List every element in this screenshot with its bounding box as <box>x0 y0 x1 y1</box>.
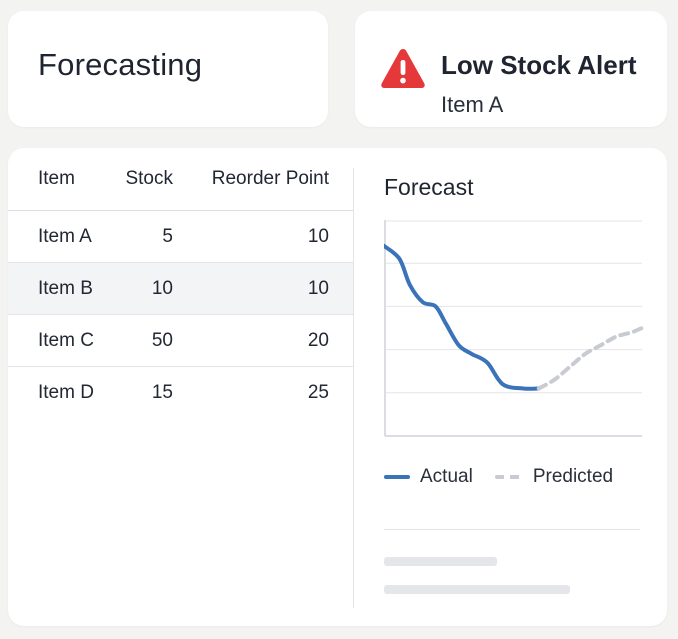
placeholder-line <box>384 557 497 566</box>
legend-entry-predicted[interactable]: Predicted <box>494 466 614 488</box>
cell-stock: 50 <box>151 329 173 351</box>
cell-item: Item B <box>38 277 93 299</box>
cell-stock: 15 <box>151 381 173 403</box>
alert-title: Low Stock Alert <box>441 50 637 80</box>
forecast-title: Forecast <box>384 174 474 200</box>
cell-reorder-point: 20 <box>307 329 329 351</box>
legend-label-actual: Actual <box>420 466 473 487</box>
legend-entry-actual[interactable]: Actual <box>384 466 473 488</box>
low-stock-alert-card[interactable]: Low Stock Alert Item A <box>355 11 667 127</box>
cell-item: Item C <box>38 329 94 351</box>
table-row[interactable]: Item B 10 10 <box>8 263 353 315</box>
cell-reorder-point: 25 <box>307 381 329 403</box>
column-header-item[interactable]: Item <box>38 168 75 190</box>
inventory-forecast-card: Item Stock Reorder Point Item A 5 10 Ite… <box>8 148 667 626</box>
panel-divider <box>353 168 354 608</box>
section-divider <box>384 529 640 530</box>
legend-swatch-actual <box>384 475 410 479</box>
table-header-row: Item Stock Reorder Point <box>8 148 353 211</box>
table-row[interactable]: Item A 5 10 <box>8 211 353 263</box>
inventory-table: Item Stock Reorder Point Item A 5 10 Ite… <box>8 148 353 418</box>
table-row[interactable]: Item D 15 25 <box>8 367 353 418</box>
cell-item: Item D <box>38 381 94 403</box>
legend-label-predicted: Predicted <box>532 466 614 487</box>
title-card: Forecasting <box>8 11 328 127</box>
warning-triangle-icon <box>381 49 425 88</box>
page-title: Forecasting <box>38 47 203 82</box>
column-header-stock[interactable]: Stock <box>125 168 173 190</box>
cell-stock: 5 <box>162 225 173 247</box>
table-row[interactable]: Item C 50 20 <box>8 315 353 367</box>
alert-item-name: Item A <box>441 92 504 117</box>
cell-stock: 10 <box>151 277 173 299</box>
cell-item: Item A <box>38 225 92 247</box>
chart-legend: Actual Predicted <box>384 462 635 492</box>
placeholder-line <box>384 585 570 594</box>
cell-reorder-point: 10 <box>307 277 329 299</box>
series-line-predicted <box>536 326 644 391</box>
legend-swatch-predicted <box>494 475 523 479</box>
forecast-line-chart <box>384 220 644 437</box>
column-header-reorder-point[interactable]: Reorder Point <box>212 168 329 190</box>
cell-reorder-point: 10 <box>307 225 329 247</box>
series-line-actual <box>384 243 541 391</box>
